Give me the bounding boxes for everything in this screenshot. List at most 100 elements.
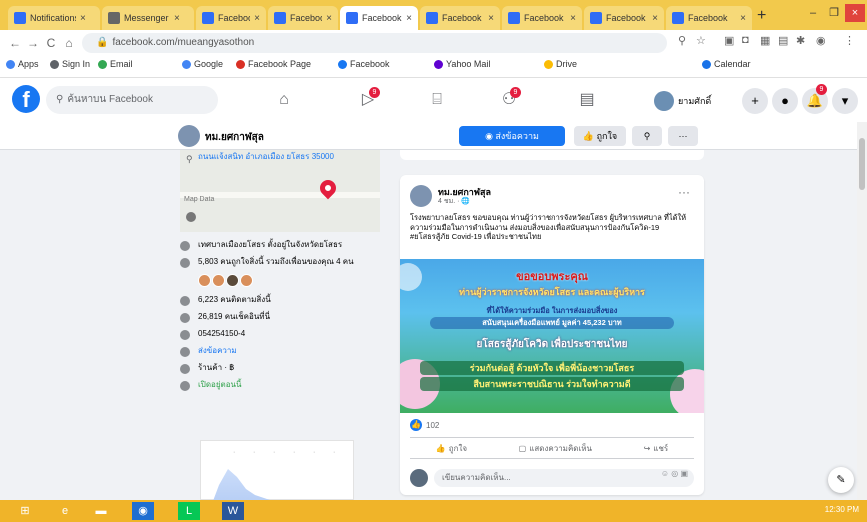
maximize-button[interactable]: ❐ bbox=[824, 4, 844, 22]
profile-shortcut[interactable]: ยามศักดิ์ bbox=[652, 88, 719, 114]
browser-tab[interactable]: Facebook× bbox=[196, 6, 266, 30]
post-image[interactable]: ขอขอบพระคุณ ท่านผู้ว่าราชการจังหวัดยโสธร… bbox=[400, 259, 704, 413]
facebook-logo-icon[interactable]: f bbox=[12, 85, 40, 113]
more-options-button[interactable]: ··· bbox=[668, 126, 698, 146]
back-icon[interactable]: ← bbox=[6, 36, 24, 50]
address-bar[interactable]: 🔒 facebook.com/mueangyasothon bbox=[82, 33, 667, 53]
reaction-summary[interactable]: 👍 102 bbox=[410, 419, 439, 431]
reload-icon[interactable]: C bbox=[42, 36, 60, 50]
tab-close-icon[interactable]: × bbox=[174, 13, 180, 24]
facebook-icon bbox=[338, 59, 347, 69]
bookmark-item[interactable]: Google bbox=[182, 59, 223, 69]
post-more-icon[interactable]: ··· bbox=[678, 185, 690, 199]
browser-tab[interactable]: Facebook× bbox=[420, 6, 500, 30]
extension-icon[interactable]: ◘ bbox=[742, 34, 749, 46]
browser-tab[interactable]: Facebook× bbox=[502, 6, 582, 30]
map-preview[interactable]: ⚲ ถนนแจ้งสนิท อำเภอเมือง ยโสธร 35000 Map… bbox=[180, 150, 380, 232]
page-scrollbar[interactable] bbox=[857, 122, 867, 500]
emoji-icon[interactable]: ☺ ◎ ▣ bbox=[661, 469, 688, 478]
bookmark-item[interactable]: Yahoo Mail bbox=[434, 59, 490, 69]
new-message-button[interactable]: ✎ bbox=[828, 467, 854, 493]
new-tab-button[interactable]: + bbox=[757, 7, 766, 25]
browser-tab[interactable]: Notifications × bbox=[8, 6, 100, 30]
tab-favicon-icon bbox=[426, 12, 438, 24]
profile-icon[interactable]: ◉ bbox=[816, 34, 826, 47]
browser-tab[interactable]: Facebook× bbox=[268, 6, 338, 30]
browser-tab[interactable]: Messenger × bbox=[102, 6, 194, 30]
puzzle-icon[interactable]: ✱ bbox=[796, 34, 805, 47]
marketplace-icon[interactable]: ⌸ bbox=[425, 88, 449, 112]
tab-close-icon[interactable]: × bbox=[326, 13, 332, 24]
file-explorer-icon[interactable]: ▬ bbox=[90, 502, 112, 520]
tab-close-icon[interactable]: × bbox=[254, 13, 260, 24]
thumbs-up-icon: 👍 bbox=[435, 443, 446, 453]
tab-favicon-icon bbox=[108, 12, 120, 24]
scrollbar-thumb[interactable] bbox=[859, 138, 865, 190]
address-text[interactable]: ถนนแจ้งสนิท อำเภอเมือง ยโสธร 35000 bbox=[198, 152, 334, 162]
chrome-icon[interactable]: ◉ bbox=[132, 502, 154, 520]
comment-button[interactable]: ▢ แสดงความคิดเห็น bbox=[519, 442, 592, 455]
bookmark-item[interactable]: Drive bbox=[544, 59, 577, 69]
tab-close-icon[interactable]: × bbox=[652, 13, 658, 24]
edge-icon[interactable]: e bbox=[54, 502, 76, 520]
tab-close-icon[interactable]: × bbox=[740, 13, 746, 24]
search-icon[interactable]: ⚲ bbox=[678, 34, 686, 47]
search-page-button[interactable]: ⚲ bbox=[632, 126, 662, 146]
browser-tab[interactable]: Facebook× bbox=[666, 6, 752, 30]
info-row: 6,223 คนติดตามสิ่งนี้ bbox=[180, 295, 380, 306]
bookmark-item[interactable]: Email bbox=[98, 59, 133, 69]
bookmark-item[interactable]: Calendar bbox=[702, 59, 751, 69]
comment-input[interactable]: เขียนความคิดเห็น... bbox=[434, 469, 694, 487]
like-page-button[interactable]: 👍 ถูกใจ bbox=[574, 126, 626, 146]
checkin-icon bbox=[180, 313, 190, 323]
forward-icon[interactable]: → bbox=[24, 36, 42, 50]
map-zoom-icon[interactable] bbox=[186, 212, 196, 222]
post-hashtags[interactable]: #ยโสธรสู้ภัย Covid-19 เพื่อประชาชนไทย bbox=[410, 232, 541, 241]
location-icon: ⚲ bbox=[186, 154, 193, 164]
like-button[interactable]: 👍 ถูกใจ bbox=[436, 442, 467, 455]
bookmark-item[interactable]: Sign In bbox=[50, 59, 90, 69]
extension-icon[interactable]: ▣ bbox=[724, 34, 734, 47]
bookmark-item[interactable]: Apps bbox=[6, 59, 39, 69]
create-button[interactable]: + bbox=[742, 88, 768, 114]
post-timestamp[interactable]: 4 ชม. · 🌐 bbox=[438, 196, 470, 207]
drive-icon bbox=[544, 59, 553, 69]
send-message-button[interactable]: ◉ ส่งข้อความ bbox=[459, 126, 565, 146]
tab-close-icon[interactable]: × bbox=[406, 13, 412, 24]
share-button[interactable]: ↪ แชร์ bbox=[644, 442, 669, 455]
close-window-button[interactable]: × bbox=[845, 4, 865, 22]
windows-start-icon[interactable]: ⊞ bbox=[14, 502, 36, 520]
page-title[interactable]: ทม.ยศกาฬสุล bbox=[205, 130, 264, 145]
gaming-icon[interactable]: ▤ bbox=[575, 88, 599, 112]
tab-close-icon[interactable]: × bbox=[570, 13, 576, 24]
tab-close-icon[interactable]: × bbox=[80, 13, 86, 24]
info-row: เปิดอยู่ตอนนี้ bbox=[180, 380, 380, 391]
word-icon[interactable]: W bbox=[222, 502, 244, 520]
home-icon[interactable]: ⌂ bbox=[60, 36, 78, 50]
taskbar-clock[interactable]: 12:30 PM bbox=[825, 505, 859, 514]
bookmark-item[interactable]: Facebook Page bbox=[236, 59, 311, 69]
browser-tab-active[interactable]: Facebook × bbox=[340, 6, 418, 30]
tab-close-icon[interactable]: × bbox=[488, 13, 494, 24]
home-icon[interactable]: ⌂ bbox=[272, 88, 296, 112]
friends-avatars[interactable] bbox=[198, 274, 380, 287]
post-author-avatar[interactable] bbox=[410, 185, 432, 207]
extension-icon[interactable]: ▤ bbox=[778, 34, 788, 47]
extension-icon[interactable]: ▦ bbox=[760, 34, 770, 47]
account-menu-icon[interactable]: ▾ bbox=[832, 88, 858, 114]
browser-tab[interactable]: Facebook× bbox=[584, 6, 664, 30]
page-avatar[interactable] bbox=[178, 125, 200, 147]
star-icon[interactable]: ☆ bbox=[696, 34, 706, 47]
tab-favicon-icon bbox=[508, 12, 520, 24]
windows-taskbar: ⊞ e ▬ ◉ L W 12:30 PM bbox=[0, 500, 867, 522]
menu-icon[interactable]: ⋮ bbox=[844, 34, 855, 47]
bookmark-item[interactable]: Facebook bbox=[338, 59, 390, 69]
facebook-search-input[interactable]: ⚲ ค้นหาบน Facebook bbox=[46, 86, 218, 114]
messenger-icon[interactable]: ● bbox=[772, 88, 798, 114]
tab-favicon-icon bbox=[202, 12, 214, 24]
avatar bbox=[654, 91, 674, 111]
google-icon bbox=[182, 59, 191, 69]
line-icon[interactable]: L bbox=[178, 502, 200, 520]
map-label: Map Data bbox=[184, 196, 215, 203]
minimize-button[interactable]: – bbox=[803, 4, 823, 22]
